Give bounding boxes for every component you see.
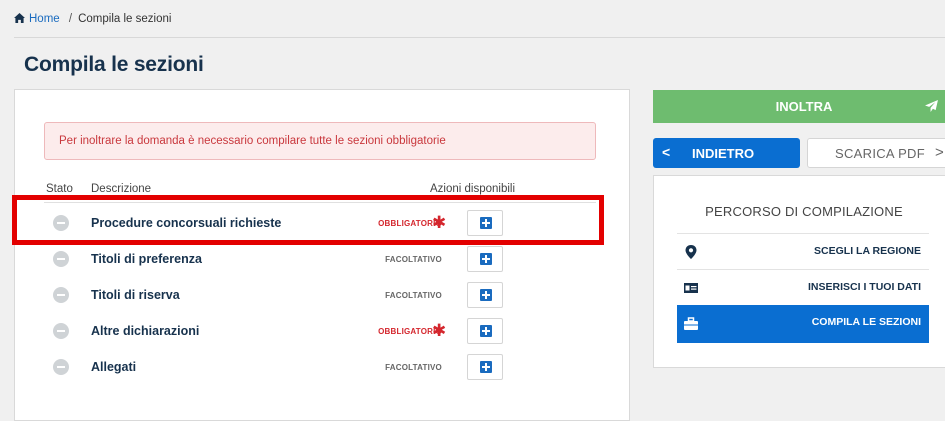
header-divider bbox=[14, 37, 945, 38]
step-label: COMPILA LE SEZIONI bbox=[811, 316, 921, 328]
status-minus-icon bbox=[53, 359, 69, 375]
breadcrumb-home-link[interactable]: Home bbox=[14, 13, 63, 25]
briefcase-icon bbox=[684, 317, 698, 330]
inoltra-button[interactable]: INOLTRA bbox=[653, 90, 945, 123]
status-minus-icon bbox=[53, 323, 69, 339]
plus-square-icon bbox=[480, 253, 492, 265]
highlight-box bbox=[12, 195, 604, 245]
indietro-button[interactable]: < INDIETRO bbox=[653, 138, 800, 168]
required-sections-alert: Per inoltrare la domanda è necessario co… bbox=[44, 122, 596, 160]
plus-square-icon bbox=[480, 325, 492, 337]
section-description: Altre dichiarazioni bbox=[91, 324, 200, 338]
section-description: Titoli di riserva bbox=[91, 288, 180, 302]
step-compila-sezioni[interactable]: COMPILA LE SEZIONI bbox=[677, 305, 929, 343]
step-scegli-regione[interactable]: SCEGLI LA REGIONE bbox=[677, 236, 929, 266]
add-section-button[interactable] bbox=[467, 318, 503, 344]
optional-badge: FACOLTATIVO bbox=[385, 255, 442, 264]
inoltra-label: INOLTRA bbox=[775, 99, 833, 114]
home-icon bbox=[14, 13, 25, 23]
breadcrumb-current: Compila le sezioni bbox=[78, 13, 172, 25]
map-marker-icon bbox=[685, 245, 697, 259]
paper-plane-icon bbox=[925, 100, 938, 112]
status-minus-icon bbox=[53, 251, 69, 267]
chevron-left-icon: < bbox=[662, 144, 671, 160]
column-header-actions: Azioni disponibili bbox=[430, 183, 516, 195]
required-asterisk-icon: ✱ bbox=[432, 321, 447, 340]
scarica-pdf-button[interactable]: SCARICA PDF > bbox=[807, 138, 945, 168]
step-inserisci-dati[interactable]: INSERISCI I TUOI DATI bbox=[677, 272, 929, 302]
indietro-label: INDIETRO bbox=[692, 146, 755, 161]
breadcrumb-separator: / bbox=[68, 13, 73, 25]
add-section-button[interactable] bbox=[467, 282, 503, 308]
optional-badge: FACOLTATIVO bbox=[385, 291, 442, 300]
plus-square-icon bbox=[480, 361, 492, 373]
step-label: INSERISCI I TUOI DATI bbox=[808, 281, 921, 293]
breadcrumb: Home / Compila le sezioni bbox=[14, 13, 171, 25]
column-header-status: Stato bbox=[46, 183, 73, 195]
compilation-path-title: PERCORSO DI COMPILAZIONE bbox=[705, 204, 903, 219]
add-section-button[interactable] bbox=[467, 246, 503, 272]
side-divider bbox=[677, 269, 929, 270]
page-title: Compila le sezioni bbox=[24, 53, 204, 76]
section-description: Allegati bbox=[91, 360, 137, 374]
section-description: Titoli di preferenza bbox=[91, 252, 202, 266]
column-header-description: Descrizione bbox=[91, 183, 152, 195]
id-card-icon bbox=[684, 283, 698, 293]
step-label: SCEGLI LA REGIONE bbox=[814, 245, 921, 257]
add-section-button[interactable] bbox=[467, 354, 503, 380]
plus-square-icon bbox=[480, 289, 492, 301]
side-divider bbox=[677, 233, 929, 234]
chevron-right-icon: > bbox=[935, 144, 944, 161]
scarica-pdf-label: SCARICA PDF bbox=[835, 146, 925, 161]
breadcrumb-home-label[interactable]: Home bbox=[29, 13, 60, 25]
status-minus-icon bbox=[53, 287, 69, 303]
optional-badge: FACOLTATIVO bbox=[385, 363, 442, 372]
